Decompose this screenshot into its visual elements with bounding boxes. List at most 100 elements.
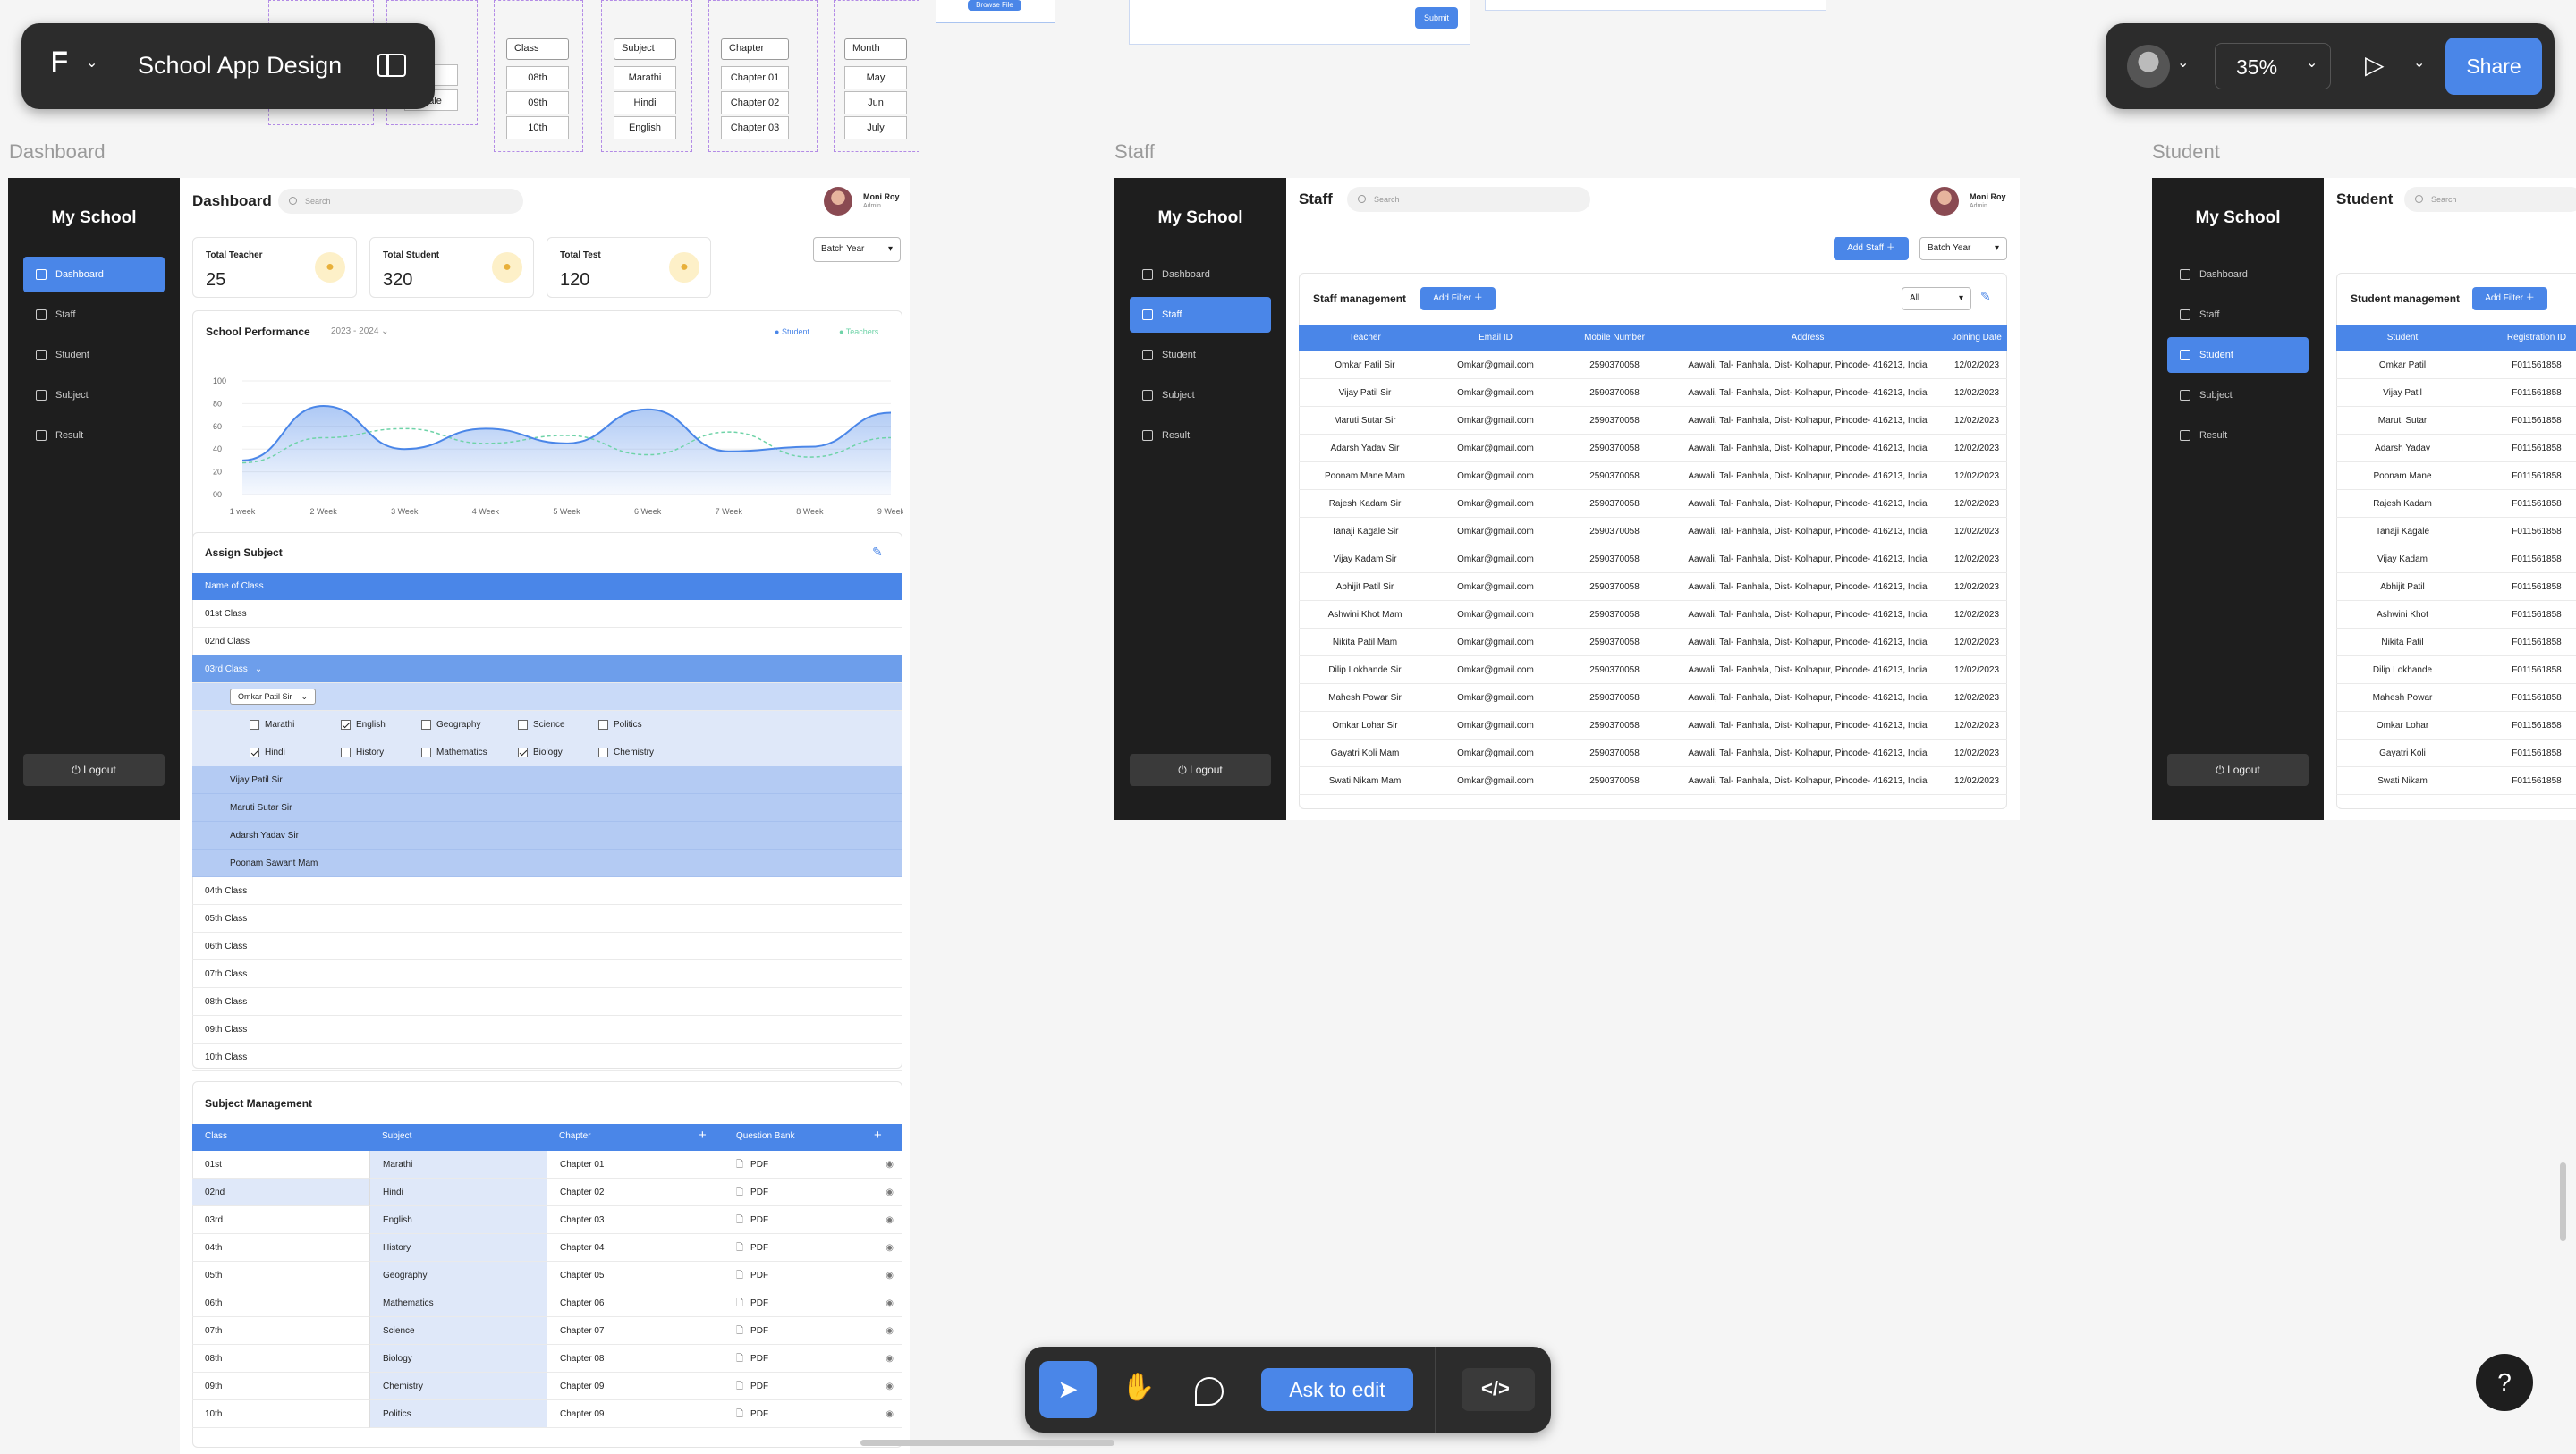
submit-button[interactable]: Submit: [1415, 7, 1458, 29]
class-cell[interactable]: 05th: [192, 1262, 369, 1289]
teacher-row[interactable]: Vijay Patil Sir: [192, 766, 902, 794]
subject-cell[interactable]: Marathi: [369, 1151, 547, 1179]
sidebar-item-staff[interactable]: Staff: [23, 297, 165, 333]
checkbox-icon[interactable]: [341, 747, 351, 757]
chapter-cell[interactable]: Chapter 02: [547, 1179, 724, 1206]
chevron-down-icon[interactable]: ⌄: [2306, 54, 2318, 72]
class-cell[interactable]: 07th: [192, 1317, 369, 1345]
subject-cell[interactable]: Politics: [369, 1400, 547, 1428]
chevron-down-icon[interactable]: ⌄: [2413, 54, 2425, 72]
class-row[interactable]: 06th Class: [192, 933, 902, 960]
chapter-select[interactable]: Chapter: [721, 38, 789, 60]
subject-cell[interactable]: Mathematics: [369, 1289, 547, 1317]
subject-cell[interactable]: Science: [369, 1317, 547, 1345]
eye-icon[interactable]: ◉: [886, 1400, 894, 1428]
browse-file-button[interactable]: Browse File: [968, 0, 1021, 11]
chevron-down-icon[interactable]: ⌄: [2177, 54, 2189, 72]
eye-icon[interactable]: ◉: [886, 1151, 894, 1179]
subject-checkbox[interactable]: Chemistry: [598, 739, 654, 766]
subject-cell[interactable]: English: [369, 1206, 547, 1234]
sidebar-item-student[interactable]: Student: [1130, 337, 1271, 373]
filter-select[interactable]: All ▾: [1902, 287, 1971, 310]
frame-label-dashboard[interactable]: Dashboard: [9, 140, 106, 164]
checkbox-icon[interactable]: [341, 719, 351, 730]
class-row[interactable]: 10th Class: [192, 1044, 902, 1071]
sidebar-item-dashboard[interactable]: Dashboard: [23, 257, 165, 292]
eye-icon[interactable]: ◉: [886, 1289, 894, 1317]
subject-cell[interactable]: Biology: [369, 1345, 547, 1373]
checkbox-icon[interactable]: [518, 719, 528, 730]
add-chapter-icon[interactable]: +: [699, 1128, 707, 1143]
chapter-cell[interactable]: Chapter 08: [547, 1345, 724, 1373]
class-row[interactable]: 05th Class: [192, 905, 902, 933]
frame-label-student[interactable]: Student: [2152, 140, 2220, 164]
zoom-level[interactable]: 35%: [2236, 55, 2277, 80]
share-button[interactable]: Share: [2445, 38, 2542, 95]
class-row-open[interactable]: 03rd Class ⌄: [192, 655, 902, 683]
chapter-cell[interactable]: Chapter 04: [547, 1234, 724, 1262]
subject-checkbox[interactable]: Mathematics: [421, 739, 487, 766]
subject-checkbox[interactable]: Marathi: [250, 711, 294, 739]
help-button[interactable]: ?: [2476, 1354, 2533, 1411]
logout-button[interactable]: ⏻ Logout: [23, 754, 165, 786]
class-row[interactable]: 01st Class: [192, 600, 902, 628]
sidebar-toggle-icon[interactable]: [377, 54, 406, 77]
month-option[interactable]: July: [844, 116, 907, 139]
class-row[interactable]: 07th Class: [192, 960, 902, 988]
subject-option[interactable]: Hindi: [614, 91, 676, 114]
subject-cell[interactable]: Hindi: [369, 1179, 547, 1206]
ask-to-edit-button[interactable]: Ask to edit: [1261, 1368, 1413, 1411]
subject-checkbox[interactable]: Science: [518, 711, 565, 739]
edit-icon[interactable]: ✎: [872, 545, 883, 560]
sidebar-item-student[interactable]: Student: [23, 337, 165, 373]
subject-cell[interactable]: Chemistry: [369, 1373, 547, 1400]
eye-icon[interactable]: ◉: [886, 1206, 894, 1234]
sidebar-item-result[interactable]: Result: [23, 418, 165, 453]
chapter-cell[interactable]: Chapter 06: [547, 1289, 724, 1317]
class-option[interactable]: 08th: [506, 66, 569, 89]
subject-checkbox[interactable]: Hindi: [250, 739, 285, 766]
sidebar-item-student[interactable]: Student: [2167, 337, 2309, 373]
chapter-cell[interactable]: Chapter 07: [547, 1317, 724, 1345]
class-option[interactable]: 10th: [506, 116, 569, 139]
sidebar-item-dashboard[interactable]: Dashboard: [1130, 257, 1271, 292]
class-cell[interactable]: 06th: [192, 1289, 369, 1317]
chevron-down-icon[interactable]: ⌄: [86, 54, 97, 72]
sidebar-item-result[interactable]: Result: [2167, 418, 2309, 453]
class-row[interactable]: 08th Class: [192, 988, 902, 1016]
add-staff-button[interactable]: Add Staff ＋: [1834, 237, 1909, 260]
subject-select[interactable]: Subject: [614, 38, 676, 60]
eye-icon[interactable]: ◉: [886, 1262, 894, 1289]
horizontal-scrollbar[interactable]: [860, 1440, 1114, 1446]
search-input[interactable]: Search: [2404, 187, 2576, 212]
class-select[interactable]: Class: [506, 38, 569, 60]
teacher-row[interactable]: Maruti Sutar Sir: [192, 794, 902, 822]
chapter-cell[interactable]: Chapter 09: [547, 1373, 724, 1400]
checkbox-icon[interactable]: [250, 719, 259, 730]
avatar[interactable]: [1930, 187, 1959, 216]
class-cell[interactable]: 03rd: [192, 1206, 369, 1234]
sidebar-item-subject[interactable]: Subject: [1130, 377, 1271, 413]
class-row[interactable]: 02nd Class: [192, 628, 902, 655]
month-select[interactable]: Month: [844, 38, 907, 60]
add-filter-button[interactable]: Add Filter ＋: [2472, 287, 2547, 310]
subject-cell[interactable]: Geography: [369, 1262, 547, 1289]
chapter-cell[interactable]: Chapter 03: [547, 1206, 724, 1234]
chapter-cell[interactable]: Chapter 09: [547, 1400, 724, 1428]
checkbox-icon[interactable]: [421, 719, 431, 730]
teacher-select[interactable]: Omkar Patil Sir ⌄: [230, 689, 317, 705]
class-row[interactable]: 09th Class: [192, 1016, 902, 1044]
class-cell[interactable]: 10th: [192, 1400, 369, 1428]
logout-button[interactable]: ⏻ Logout: [2167, 754, 2309, 786]
teacher-row[interactable]: Adarsh Yadav Sir: [192, 822, 902, 850]
play-icon[interactable]: ▷: [2365, 50, 2385, 80]
batch-year-select[interactable]: Batch Year ▾: [1919, 237, 2007, 260]
user-avatar-icon[interactable]: [2127, 45, 2170, 88]
subject-cell[interactable]: History: [369, 1234, 547, 1262]
class-cell[interactable]: 02nd: [192, 1179, 369, 1206]
eye-icon[interactable]: ◉: [886, 1317, 894, 1345]
class-cell[interactable]: 08th: [192, 1345, 369, 1373]
move-tool-button[interactable]: ➤: [1039, 1361, 1097, 1418]
teacher-row-selected[interactable]: Omkar Patil Sir ⌄: [192, 683, 902, 711]
subject-checkbox[interactable]: History: [341, 739, 384, 766]
